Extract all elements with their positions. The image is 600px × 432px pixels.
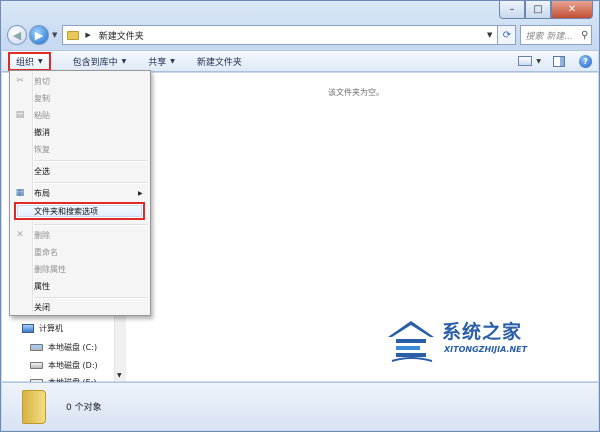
minimize-button[interactable]: – [499, 1, 525, 19]
share-label: 共享 [148, 57, 167, 68]
menu-item-label: 属性 [34, 281, 50, 291]
maximize-button[interactable]: □ [525, 1, 551, 19]
chevron-down-icon: ▼ [170, 57, 175, 65]
chevron-down-icon: ▼ [121, 57, 127, 65]
menu-item-label: 重命名 [34, 247, 58, 257]
nav-item-label: 本地磁盘 (C:) [48, 343, 98, 352]
address-history-dropdown[interactable]: ▼ [487, 31, 492, 39]
chevron-down-icon: ▼ [38, 57, 43, 65]
new-folder-label: 新建文件夹 [196, 57, 242, 68]
menu-item-folder-options[interactable]: 文件夹和搜索选项 [34, 203, 98, 219]
nav-item-drive-c[interactable]: 本地磁盘 (C:) [30, 342, 97, 353]
caption-buttons: – □ ✕ [499, 1, 593, 19]
menu-item-close[interactable]: 关闭 [34, 299, 50, 315]
toolbar-right: ▼ ? [518, 54, 592, 68]
menu-separator [34, 224, 148, 226]
search-input[interactable]: 搜索 新建... ⚲ [520, 25, 593, 45]
nav-item-label: 本地磁盘 (D:) [48, 361, 98, 370]
recent-pages-dropdown[interactable]: ▼ [52, 31, 57, 39]
breadcrumb-current-folder[interactable]: 新建文件夹 [99, 29, 144, 42]
submenu-arrow-icon: ▶ [138, 189, 143, 197]
empty-folder-message: 该文件夹为空。 [328, 88, 384, 97]
scissors-icon: ✂ [16, 76, 24, 86]
watermark-title: 系统之家 [442, 321, 523, 343]
navigation-bar: ◀ ▶ ▼ ▶ 新建文件夹 ▼ ⟳ 搜索 新建... ⚲ [7, 23, 593, 47]
menu-item-delete[interactable]: ✕ 删除 [16, 227, 50, 243]
menu-item-label: 删除 [34, 230, 50, 240]
new-folder-button[interactable]: 新建文件夹 [197, 55, 242, 68]
menu-item-cut[interactable]: ✂ 剪切 [16, 73, 50, 89]
view-options-dropdown[interactable]: ▼ [536, 58, 541, 65]
watermark-logo-icon [388, 321, 434, 362]
clipboard-icon: ▤ [15, 110, 25, 120]
menu-item-label: 撤消 [34, 127, 50, 137]
menu-item-select-all[interactable]: 全选 [34, 163, 50, 179]
menu-separator [34, 297, 148, 299]
nav-item-drive-d[interactable]: 本地磁盘 (D:) [30, 360, 98, 371]
search-placeholder: 搜索 新建... [525, 31, 573, 42]
menu-item-label: 剪切 [34, 76, 50, 86]
menu-item-label: 布局 [34, 188, 50, 198]
address-bar[interactable]: ▶ 新建文件夹 ▼ [62, 25, 499, 45]
menu-item-label: 粘贴 [34, 110, 50, 120]
delete-x-icon: ✕ [16, 230, 24, 240]
menu-item-layout[interactable]: ▦ 布局 ▶ [16, 185, 143, 201]
menu-item-copy[interactable]: 复制 [34, 90, 50, 106]
organize-label: 组织 [16, 57, 35, 68]
folder-icon [67, 30, 80, 40]
menu-separator [34, 160, 148, 162]
scroll-down-arrow-icon[interactable]: ▼ [117, 372, 122, 379]
watermark: 系统之家 XITONGZHIJIA.NET [386, 313, 576, 373]
menu-item-label: 恢复 [34, 144, 50, 154]
share-button[interactable]: 共享 ▼ [148, 55, 175, 68]
back-button[interactable]: ◀ [7, 25, 27, 45]
menu-item-label: 全选 [34, 166, 50, 176]
layout-icon: ▦ [15, 188, 25, 198]
search-icon[interactable]: ⚲ [581, 30, 588, 41]
item-count: 0 个对象 [66, 403, 102, 413]
include-in-library-button[interactable]: 包含到库中 ▼ [73, 55, 127, 68]
menu-item-label: 复制 [34, 93, 50, 103]
drive-icon [30, 362, 43, 369]
menu-item-label: 文件夹和搜索选项 [34, 206, 98, 216]
nav-item-computer[interactable]: 计算机 [22, 323, 63, 334]
explorer-window: – □ ✕ ◀ ▶ ▼ ▶ 新建文件夹 ▼ ⟳ 搜索 新建... ⚲ 组织 ▼ 包… [0, 0, 600, 432]
menu-item-properties[interactable]: 属性 [34, 278, 50, 294]
help-icon[interactable]: ? [579, 54, 592, 68]
forward-button[interactable]: ▶ [29, 25, 49, 45]
menu-item-redo[interactable]: 恢复 [34, 141, 50, 157]
menu-item-label: 关闭 [34, 302, 50, 312]
menu-item-label: 删除属性 [34, 264, 66, 274]
drive-icon [30, 344, 43, 351]
preview-pane-icon[interactable] [553, 55, 565, 67]
menu-item-undo[interactable]: 撤消 [34, 124, 50, 140]
watermark-url: XITONGZHIJIA.NET [444, 345, 528, 354]
breadcrumb-chevron-icon[interactable]: ▶ [85, 31, 90, 39]
menu-item-rename[interactable]: 重命名 [34, 244, 58, 260]
menu-separator [34, 182, 148, 184]
computer-icon [22, 324, 34, 333]
details-pane: 0 个对象 [2, 382, 598, 430]
menu-item-paste[interactable]: ▤ 粘贴 [16, 107, 50, 123]
refresh-button[interactable]: ⟳ [498, 25, 517, 45]
organize-button[interactable]: 组织 ▼ [8, 51, 51, 71]
menu-item-remove-properties[interactable]: 删除属性 [34, 261, 66, 277]
command-bar: 组织 ▼ 包含到库中 ▼ 共享 ▼ 新建文件夹 ▼ ? [2, 50, 598, 72]
change-view-icon[interactable] [518, 56, 533, 66]
organize-menu: ✂ 剪切 复制 ▤ 粘贴 撤消 恢复 全选 ▦ 布局 ▶ 文件夹和搜索选项 ✕ … [9, 70, 151, 316]
folder-icon [22, 389, 46, 424]
include-in-library-label: 包含到库中 [72, 57, 118, 68]
close-button[interactable]: ✕ [551, 1, 593, 19]
nav-item-label: 计算机 [39, 324, 63, 333]
